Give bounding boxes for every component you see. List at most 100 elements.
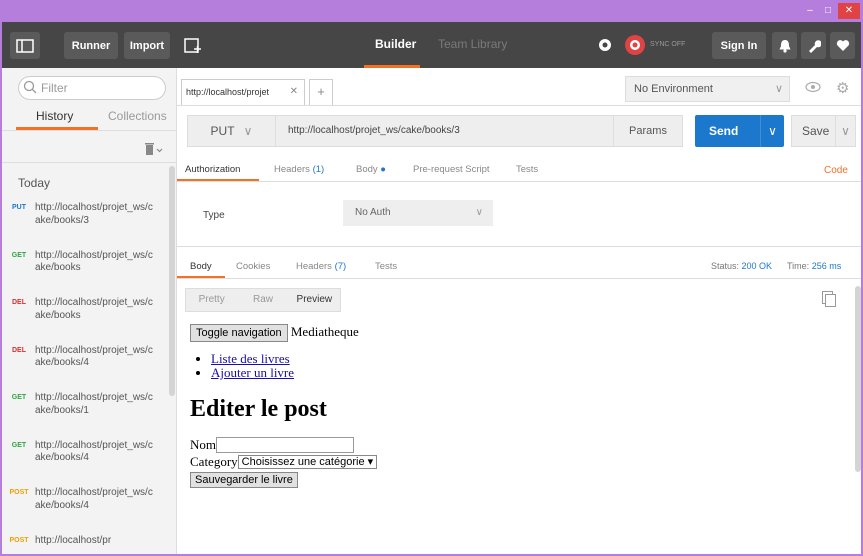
send-button[interactable]: Send ∨ <box>695 115 784 147</box>
history-url: http://localhost/projet_ws/cake/books/3 <box>35 202 153 226</box>
method-value: PUT <box>210 124 235 138</box>
view-raw-button[interactable]: Raw <box>237 289 288 311</box>
method-badge: POST <box>9 536 29 544</box>
view-pretty-button[interactable]: Pretty <box>186 289 237 311</box>
import-button[interactable]: Import <box>124 32 170 59</box>
sync-icon[interactable] <box>624 34 646 59</box>
tab-pre-request-script[interactable]: Pre-request Script <box>413 164 490 175</box>
history-url: http://localhost/pr <box>35 534 112 546</box>
history-list: PUT http://localhost/projet_ws/cake/book… <box>2 202 170 554</box>
auth-type-select[interactable]: No Auth ∨ <box>343 200 493 226</box>
status-value: 200 OK <box>741 261 773 271</box>
divider <box>177 246 861 247</box>
view-preview-button[interactable]: Preview <box>289 289 340 311</box>
body-dot-icon: ● <box>380 164 387 175</box>
url-bar: PUT ∨ http://localhost/projet_ws/cake/bo… <box>187 115 614 147</box>
chevron-down-icon[interactable]: ∨ <box>835 116 855 146</box>
tab-response-tests[interactable]: Tests <box>375 261 397 272</box>
toggle-navigation-button[interactable]: Toggle navigation <box>190 324 288 342</box>
sidebar-scrollbar[interactable] <box>169 166 175 396</box>
copy-icon[interactable] <box>822 291 836 307</box>
filter-input[interactable]: Filter <box>18 76 166 100</box>
form-row-nom: Nom <box>190 437 730 453</box>
environment-select[interactable]: No Environment ∨ <box>625 76 790 102</box>
wrench-icon <box>808 39 821 53</box>
history-item[interactable]: GET http://localhost/projet_ws/cake/book… <box>2 440 170 488</box>
params-button[interactable]: Params <box>614 115 683 147</box>
save-button[interactable]: Save ∨ <box>791 115 856 147</box>
interceptor-icon[interactable] <box>595 36 615 57</box>
heart-icon <box>836 40 849 51</box>
request-tab[interactable]: http://localhost/projet ✕ <box>181 79 305 105</box>
chevron-down-icon[interactable]: ∨ <box>760 115 784 147</box>
tab-team-library[interactable]: Team Library <box>438 37 507 51</box>
category-select[interactable]: Choisissez une catégorie ▾ <box>237 455 378 469</box>
postman-window: – □ ✕ Runner Import Builder Team Library… <box>0 0 863 556</box>
link-liste-des-livres[interactable]: Liste des livres <box>211 351 290 366</box>
preview-scrollbar[interactable] <box>855 286 861 472</box>
auth-type-label: Type <box>203 210 225 221</box>
divider <box>2 162 176 163</box>
new-window-button[interactable] <box>178 32 208 59</box>
tab-headers[interactable]: Headers (1) <box>274 164 324 175</box>
new-tab-button[interactable]: + <box>309 79 333 105</box>
history-item[interactable]: POST http://localhost/projet_ws/cake/boo… <box>2 487 170 535</box>
sidebar-toggle-button[interactable] <box>10 32 40 59</box>
sidebar: Filter History Collections Today PUT htt… <box>2 68 177 554</box>
nom-field[interactable] <box>216 437 354 453</box>
tab-builder[interactable]: Builder <box>375 37 416 51</box>
maximize-button[interactable]: □ <box>820 3 836 19</box>
notifications-button[interactable] <box>772 32 797 59</box>
save-book-button[interactable]: Sauvegarder le livre <box>190 472 298 488</box>
status-label: Status: <box>711 261 740 271</box>
save-label: Save <box>802 124 830 138</box>
close-icon[interactable]: ✕ <box>290 80 298 104</box>
headers-label: Headers <box>274 164 310 175</box>
history-item[interactable]: GET http://localhost/projet_ws/cake/book… <box>2 392 170 440</box>
history-item[interactable]: DEL http://localhost/projet_ws/cake/book… <box>2 345 170 393</box>
tab-response-headers[interactable]: Headers (7) <box>296 261 346 272</box>
list-item: Ajouter un livre <box>211 366 730 380</box>
history-url: http://localhost/projet_ws/cake/books <box>35 297 153 321</box>
brand-label: Mediatheque <box>290 324 359 339</box>
link-ajouter-un-livre[interactable]: Ajouter un livre <box>211 365 294 380</box>
method-badge: GET <box>11 394 27 401</box>
divider <box>177 278 861 279</box>
tab-collections[interactable]: Collections <box>108 109 167 123</box>
eye-icon[interactable] <box>805 81 821 96</box>
form-row-category: Category Choisissez une catégorie ▾ <box>190 454 730 470</box>
gear-icon[interactable]: ⚙ <box>836 79 849 97</box>
sign-in-button[interactable]: Sign In <box>712 32 766 59</box>
list-item: Liste des livres <box>211 352 730 366</box>
response-preview: Toggle navigation Mediatheque Liste des … <box>190 324 730 488</box>
settings-wrench-button[interactable] <box>801 32 826 59</box>
time-label: Time: <box>787 261 810 271</box>
auth-type-value: No Auth <box>355 207 391 218</box>
tab-tests[interactable]: Tests <box>516 164 538 175</box>
history-item[interactable]: DEL http://localhost/projet_ws/cake/book… <box>2 297 170 345</box>
status-readout: Status: 200 OK <box>711 261 772 271</box>
category-label: Category <box>190 454 238 469</box>
history-item[interactable]: PUT http://localhost/projet_ws/cake/book… <box>2 202 170 250</box>
method-select[interactable]: PUT ∨ <box>188 116 276 146</box>
tab-history[interactable]: History <box>36 109 73 123</box>
favorite-button[interactable] <box>830 32 855 59</box>
runner-button[interactable]: Runner <box>64 32 118 59</box>
method-badge: GET <box>11 251 27 259</box>
history-item[interactable]: POST http://localhost/pr <box>2 535 170 555</box>
title-bar: – □ ✕ <box>2 2 861 22</box>
close-window-button[interactable]: ✕ <box>838 3 860 19</box>
tab-body[interactable]: Body ● <box>356 164 386 175</box>
history-item[interactable]: GET http://localhost/projet_ws/cake/book… <box>2 250 170 298</box>
tab-cookies[interactable]: Cookies <box>236 261 270 272</box>
method-badge: PUT <box>12 204 26 211</box>
minimize-button[interactable]: – <box>802 3 818 19</box>
time-value: 256 ms <box>811 261 842 271</box>
history-url: http://localhost/projet_ws/cake/books/4 <box>35 487 153 511</box>
url-input[interactable]: http://localhost/projet_ws/cake/books/3 <box>288 116 460 146</box>
tab-authorization[interactable]: Authorization <box>185 164 240 175</box>
tab-response-body[interactable]: Body <box>190 261 212 272</box>
code-link[interactable]: Code <box>824 165 848 176</box>
page-title: Editer le post <box>190 396 327 422</box>
trash-icon[interactable] <box>144 142 164 159</box>
